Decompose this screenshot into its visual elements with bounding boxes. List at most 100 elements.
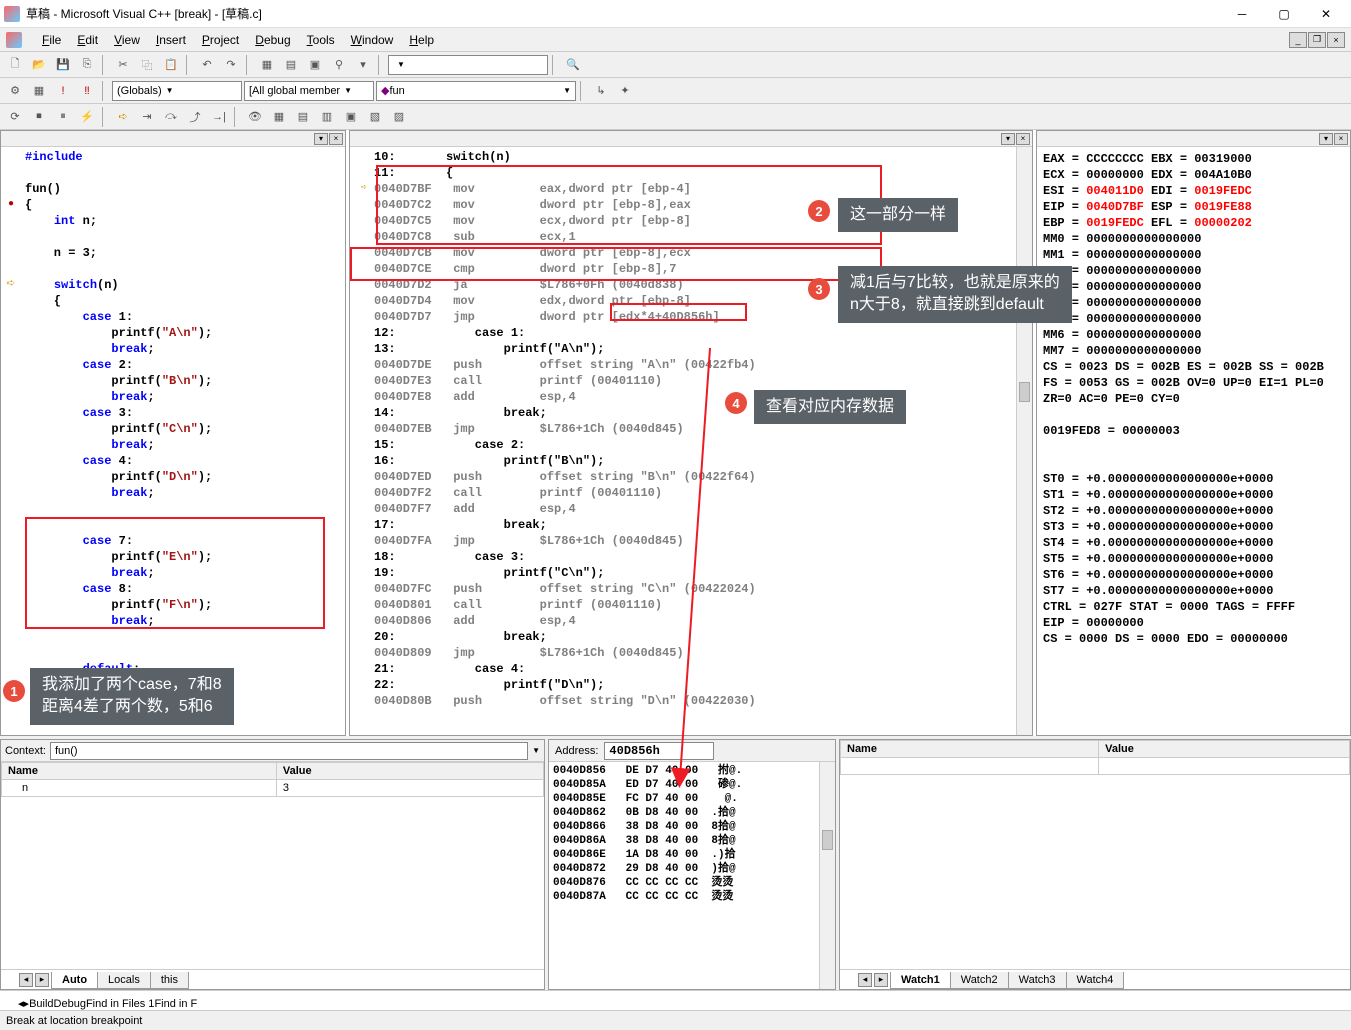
- run-to-cursor-icon[interactable]: →|: [208, 106, 230, 128]
- menu-tools[interactable]: Tools: [299, 31, 343, 49]
- tab-watch3[interactable]: Watch3: [1008, 972, 1067, 989]
- apply-code-icon[interactable]: ⚡: [76, 106, 98, 128]
- watch-icon[interactable]: ▦: [268, 106, 290, 128]
- address-label: Address:: [555, 745, 598, 757]
- tab-debug[interactable]: Debug: [54, 998, 86, 1010]
- disassembly-view[interactable]: 10: switch(n)11: {➪0040D7BF mov eax,dwor…: [350, 147, 1032, 735]
- pane-top-btn-r[interactable]: ▾: [1319, 133, 1333, 145]
- pane-top-btn-a[interactable]: ▾: [1001, 133, 1015, 145]
- locals-grid[interactable]: NameValue n3: [1, 762, 544, 969]
- find-icon[interactable]: ⚲: [328, 54, 350, 76]
- menu-insert[interactable]: Insert: [148, 31, 194, 49]
- memory-dump[interactable]: 0040D856 DE D7 40 00 拊@.0040D85A ED D7 4…: [549, 762, 835, 989]
- close-button[interactable]: ✕: [1305, 2, 1347, 26]
- menu-window[interactable]: Window: [343, 31, 402, 49]
- tab-watch1[interactable]: Watch1: [890, 972, 951, 989]
- disasm-icon[interactable]: ▨: [388, 106, 410, 128]
- step-into-icon[interactable]: ⇥: [136, 106, 158, 128]
- workspace-icon[interactable]: ▦: [256, 54, 278, 76]
- build-icon[interactable]: ▦: [28, 80, 50, 102]
- tab-auto[interactable]: Auto: [51, 972, 98, 989]
- context-label: Context:: [5, 745, 46, 757]
- save-icon[interactable]: 💾: [52, 54, 74, 76]
- tab-scroll-left-icon[interactable]: ◂: [19, 973, 33, 987]
- menu-view[interactable]: View: [106, 31, 148, 49]
- callstack-icon[interactable]: ▧: [364, 106, 386, 128]
- pane-top-btn1[interactable]: ▾: [314, 133, 328, 145]
- menu-help[interactable]: Help: [401, 31, 442, 49]
- pane-close-icon[interactable]: ×: [329, 133, 343, 145]
- stop-build-icon[interactable]: !: [52, 80, 74, 102]
- menu-edit[interactable]: Edit: [69, 31, 106, 49]
- disassembly-pane: ▾× 10: switch(n)11: {➪0040D7BF mov eax,d…: [349, 130, 1033, 736]
- restart-icon[interactable]: ⟳: [4, 106, 26, 128]
- tab-build[interactable]: Build: [29, 998, 53, 1010]
- step-over-icon[interactable]: ⤼: [160, 106, 182, 128]
- new-file-icon[interactable]: 🗋: [4, 54, 26, 76]
- mdi-minimize[interactable]: _: [1289, 32, 1307, 48]
- source-code[interactable]: #include fun(){ int n; n = 3; switch(n) …: [21, 147, 216, 735]
- globals-combo[interactable]: (Globals)▼: [112, 81, 242, 101]
- tab-scroll-right-icon[interactable]: ▸: [35, 973, 49, 987]
- memory-pane: Address: 0040D856 DE D7 40 00 拊@.0040D85…: [548, 739, 836, 990]
- maximize-button[interactable]: ▢: [1263, 2, 1305, 26]
- break-icon[interactable]: ⏸: [52, 106, 74, 128]
- quickwatch-icon[interactable]: 👁: [244, 106, 266, 128]
- pane-close-icon-r[interactable]: ×: [1334, 133, 1348, 145]
- execute-icon[interactable]: ‼: [76, 80, 98, 102]
- locals-tabs: ◂ ▸ Auto Locals this: [1, 969, 544, 989]
- pane-close-icon-a[interactable]: ×: [1016, 133, 1030, 145]
- watch-scroll-right-icon[interactable]: ▸: [874, 973, 888, 987]
- title-bar: 草稿 - Microsoft Visual C++ [break] - [草稿.…: [0, 0, 1351, 28]
- minimize-button[interactable]: ─: [1221, 2, 1263, 26]
- watch-tabs: ◂ ▸ Watch1 Watch2 Watch3 Watch4: [840, 969, 1350, 989]
- dropdown-icon[interactable]: ▾: [352, 54, 374, 76]
- registers-view[interactable]: EAX = CCCCCCCC EBX = 00319000ECX = 00000…: [1037, 147, 1350, 735]
- mdi-doc-icon: [6, 32, 22, 48]
- tab-watch4[interactable]: Watch4: [1066, 972, 1125, 989]
- context-combo[interactable]: [50, 742, 528, 760]
- window-list-icon[interactable]: ▣: [304, 54, 326, 76]
- find-combo[interactable]: ▼: [388, 55, 548, 75]
- goto-icon[interactable]: ↳: [590, 80, 612, 102]
- cut-icon[interactable]: ✂: [112, 54, 134, 76]
- wizard-icon[interactable]: ✦: [614, 80, 636, 102]
- watch-scroll-left-icon[interactable]: ◂: [858, 973, 872, 987]
- paste-icon[interactable]: 📋: [160, 54, 182, 76]
- menu-project[interactable]: Project: [194, 31, 247, 49]
- asm-scrollbar[interactable]: [1016, 147, 1032, 735]
- tab-find2[interactable]: Find in F: [154, 998, 197, 1010]
- save-all-icon[interactable]: ⎘: [76, 54, 98, 76]
- tab-watch2[interactable]: Watch2: [950, 972, 1009, 989]
- search-icon[interactable]: 🔍: [562, 54, 584, 76]
- mdi-restore[interactable]: ❐: [1308, 32, 1326, 48]
- open-file-icon[interactable]: 📂: [28, 54, 50, 76]
- step-out-icon[interactable]: ⤴: [184, 106, 206, 128]
- compile-icon[interactable]: ⚙: [4, 80, 26, 102]
- app-icon: [4, 6, 20, 22]
- memory-icon[interactable]: ▣: [340, 106, 362, 128]
- status-bar: Break at location breakpoint: [0, 1010, 1351, 1030]
- output-tabs: ◂ ▸ Build Debug Find in Files 1 Find in …: [0, 990, 1351, 1010]
- tab-locals[interactable]: Locals: [97, 972, 151, 989]
- watch-grid[interactable]: NameValue: [840, 740, 1350, 969]
- members-combo[interactable]: [All global member▼: [244, 81, 374, 101]
- redo-icon[interactable]: ↷: [220, 54, 242, 76]
- menu-debug[interactable]: Debug: [247, 31, 298, 49]
- work-area: ▾× ●➪ #include fun(){ int n; n = 3; swit…: [0, 130, 1351, 736]
- function-combo[interactable]: ◆fun▼: [376, 81, 576, 101]
- menu-file[interactable]: File: [34, 31, 69, 49]
- wizard-toolbar: ⚙ ▦ ! ‼ (Globals)▼ [All global member▼ ◆…: [0, 78, 1351, 104]
- tab-this[interactable]: this: [150, 972, 189, 989]
- undo-icon[interactable]: ↶: [196, 54, 218, 76]
- variables-icon[interactable]: ▤: [292, 106, 314, 128]
- output-icon[interactable]: ▤: [280, 54, 302, 76]
- mem-scrollbar[interactable]: [819, 762, 835, 989]
- mdi-close[interactable]: ×: [1327, 32, 1345, 48]
- tab-find1[interactable]: Find in Files 1: [86, 998, 154, 1010]
- registers-icon[interactable]: ▥: [316, 106, 338, 128]
- stop-debug-icon[interactable]: ⏹: [28, 106, 50, 128]
- show-next-icon[interactable]: ➪: [112, 106, 134, 128]
- copy-icon[interactable]: ⿻: [136, 54, 158, 76]
- address-input[interactable]: [604, 742, 714, 760]
